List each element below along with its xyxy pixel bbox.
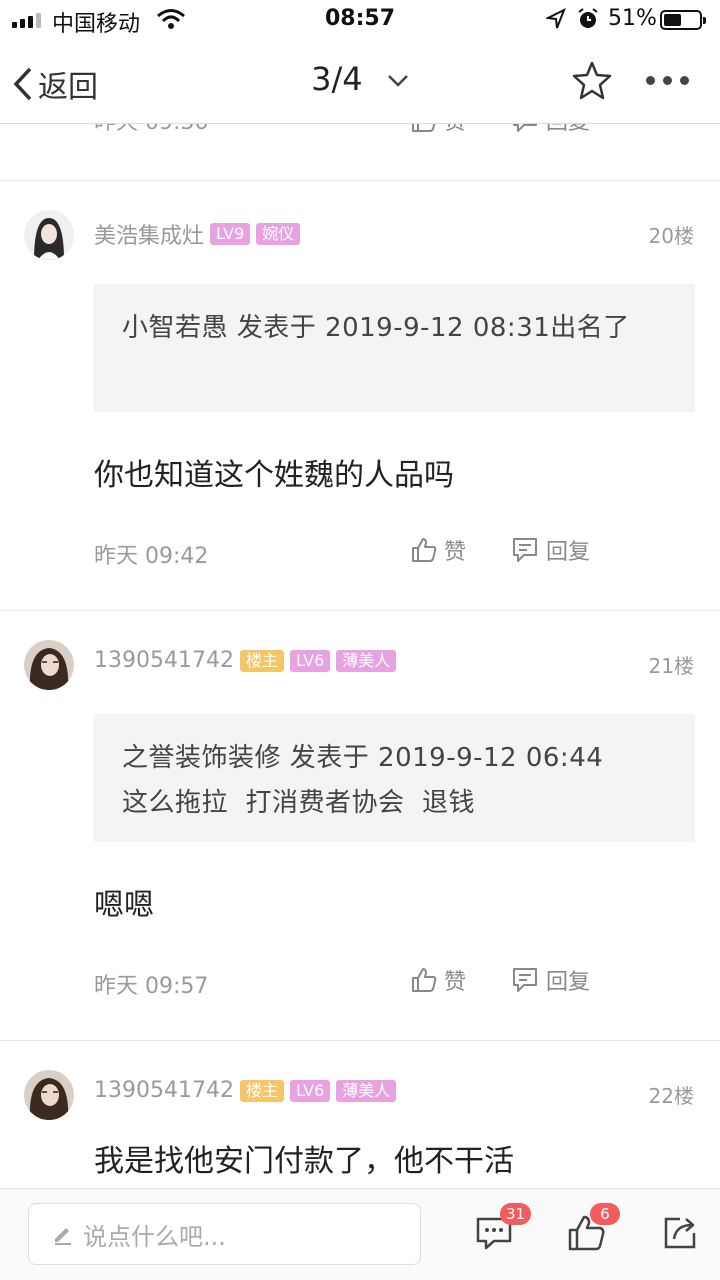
username[interactable]: 1390541742 <box>94 1078 234 1103</box>
reply-button[interactable]: 回复 <box>510 964 590 996</box>
post-meta: 昨天 09:42 赞 回复 <box>94 534 695 570</box>
post-content: 我是找他安门付款了，他不干活 <box>94 1144 514 1179</box>
battery-fill <box>664 14 681 26</box>
post-time: 昨天 09:42 <box>94 544 209 569</box>
post-content: 嗯嗯 <box>94 888 154 923</box>
nav-bar: 返回 3/4 <box>0 40 720 124</box>
post-content: 你也知道这个姓魏的人品吗 <box>94 458 454 493</box>
author-row: 1390541742 楼主 LV6 薄美人 <box>94 1078 402 1103</box>
reply-post: 美浩集成灶 LV9 婉仪 20楼 小智若愚 发表于 2019-9-12 08:3… <box>0 180 720 610</box>
share-icon <box>664 1217 696 1249</box>
post-meta: 昨天 09:57 赞 回复 <box>94 964 695 1000</box>
reply-button[interactable]: 回复 <box>510 534 590 566</box>
title-badge: 薄美人 <box>336 649 397 672</box>
reply-label: 回复 <box>546 124 590 136</box>
alarm-icon <box>578 8 598 28</box>
comment-button[interactable]: 31 <box>474 1203 532 1257</box>
star-icon[interactable] <box>572 60 612 100</box>
like-button[interactable]: 赞 <box>410 124 466 136</box>
level-badge: LV6 <box>290 1079 331 1102</box>
reply-post: 1390541742 楼主 LV6 薄美人 21楼 之誉装饰装修 发表于 201… <box>0 610 720 1040</box>
reply-icon <box>513 538 537 562</box>
like-label: 赞 <box>444 124 466 136</box>
reply-feed: 昨天 09:36 赞 回复 美浩集成灶 LV9 <box>0 124 720 1188</box>
input-placeholder: 说点什么吧... <box>83 1222 226 1251</box>
reply-label: 回复 <box>546 970 591 995</box>
more-icon[interactable] <box>646 76 689 85</box>
like-post-button[interactable]: 6 <box>566 1203 620 1257</box>
owner-badge: 楼主 <box>239 1079 284 1102</box>
post-time: 昨天 09:57 <box>94 974 209 999</box>
reply-icon <box>513 124 537 132</box>
floor-number: 22楼 <box>648 1084 694 1108</box>
location-arrow-icon <box>546 8 566 29</box>
thumbs-up-icon <box>412 968 437 992</box>
avatar[interactable] <box>24 210 74 260</box>
comment-count-badge: 31 <box>500 1203 532 1225</box>
reply-post: 1390541742 楼主 LV6 薄美人 22楼 我是找他安门付款了，他不干活 <box>0 1040 720 1188</box>
partial-post: 昨天 09:36 赞 回复 <box>0 124 720 178</box>
page-selector[interactable]: 3/4 <box>0 60 720 98</box>
page-indicator: 3/4 <box>311 60 363 98</box>
reply-label: 回复 <box>546 540 591 565</box>
chevron-down-icon <box>387 75 408 87</box>
quoted-reply[interactable]: 小智若愚 发表于 2019-9-12 08:31出名了 <box>94 284 695 412</box>
share-button[interactable] <box>660 1213 700 1257</box>
reply-button[interactable]: 回复 <box>510 124 590 136</box>
thumbs-up-icon <box>412 124 436 132</box>
like-label: 赞 <box>444 540 467 565</box>
username[interactable]: 1390541742 <box>94 648 234 673</box>
avatar[interactable] <box>24 1070 74 1120</box>
title-badge: 婉仪 <box>256 223 301 245</box>
title-badge: 薄美人 <box>336 1079 397 1102</box>
bottom-bar: 说点什么吧... 31 6 <box>0 1188 720 1280</box>
reply-icon <box>513 968 537 992</box>
like-count-badge: 6 <box>590 1203 620 1225</box>
level-badge: LV9 <box>210 223 251 245</box>
owner-badge: 楼主 <box>239 649 284 672</box>
pencil-icon <box>55 1228 71 1245</box>
battery-percent: 51% <box>608 6 657 31</box>
avatar[interactable] <box>24 640 74 690</box>
comment-input[interactable]: 说点什么吧... <box>28 1203 421 1265</box>
like-button[interactable]: 赞 <box>410 964 466 996</box>
thumbs-up-icon <box>412 538 437 562</box>
post-time: 昨天 09:36 <box>94 124 208 136</box>
like-label: 赞 <box>444 970 467 995</box>
floor-number: 21楼 <box>648 654 694 678</box>
level-badge: LV6 <box>290 649 331 672</box>
like-button[interactable]: 赞 <box>410 534 466 566</box>
status-bar: 中国移动 08:57 51% <box>0 0 720 40</box>
username[interactable]: 美浩集成灶 <box>94 218 204 250</box>
quoted-reply[interactable]: 之誉装饰装修 发表于 2019-9-12 06:44 这么拖拉 打消费者协会 退… <box>94 714 695 842</box>
author-row: 美浩集成灶 LV9 婉仪 <box>94 218 306 250</box>
battery-icon <box>660 10 706 30</box>
author-row: 1390541742 楼主 LV6 薄美人 <box>94 648 402 673</box>
floor-number: 20楼 <box>648 224 694 248</box>
